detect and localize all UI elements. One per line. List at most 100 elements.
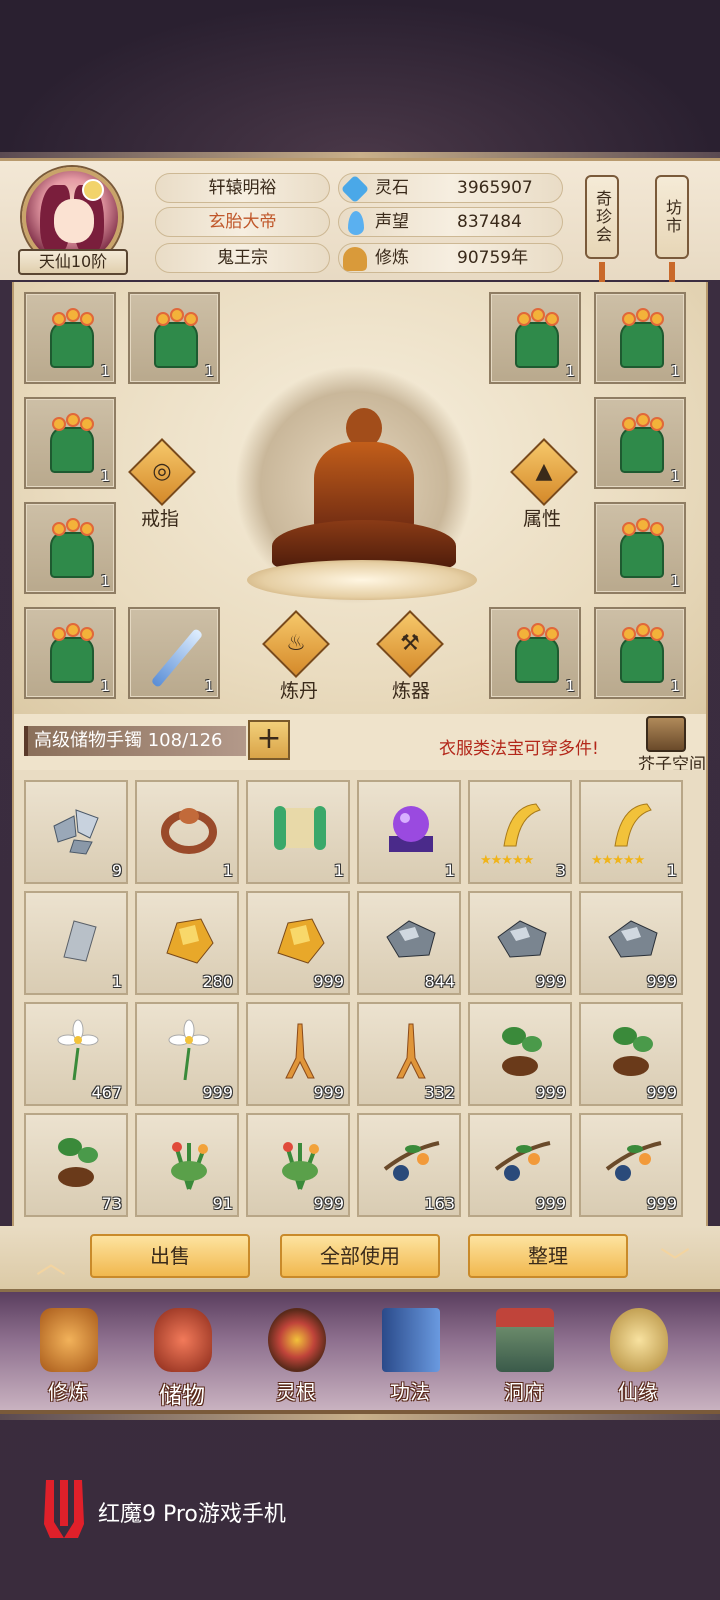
market-button[interactable]: 坊市 <box>655 175 689 259</box>
inventory-cell[interactable]: 1 <box>357 780 461 884</box>
inventory-cell[interactable]: 999 <box>579 1113 683 1217</box>
technique-book-icon <box>382 1308 440 1372</box>
inventory-cell[interactable]: 1 <box>135 780 239 884</box>
nav-item-storage[interactable]: 储物 <box>132 1304 232 1409</box>
alchemy-label: 炼丹 <box>279 680 318 702</box>
inventory-cell[interactable]: 999 <box>246 891 350 995</box>
silver-stone-icon <box>63 920 97 962</box>
nav-item-spirit-root[interactable]: 灵根 <box>246 1304 346 1408</box>
ring-button[interactable]: ◎ <box>128 438 196 506</box>
inventory-cell[interactable]: 91 <box>135 1113 239 1217</box>
ginseng-icon <box>285 1023 315 1079</box>
fruit-branch-icon <box>494 1141 551 1181</box>
sort-button[interactable]: 整理 <box>468 1234 628 1278</box>
treasure-auction-button[interactable]: 奇珍会 <box>585 175 619 259</box>
player-name: 轩辕明裕 <box>155 173 330 203</box>
use-all-button[interactable]: 全部使用 <box>280 1234 440 1278</box>
stat-cultivation: 修炼 90759年 <box>338 243 563 273</box>
herb-root-icon <box>58 1138 98 1187</box>
device-watermark: 红魔9 Pro游戏手机 <box>40 1476 360 1546</box>
herb-root-icon <box>502 1027 542 1076</box>
anvil-icon: ⚒ <box>400 631 420 656</box>
grass-herb-icon <box>282 1142 319 1190</box>
equip-slot-left-3[interactable]: 1 <box>24 397 116 489</box>
nav-item-technique[interactable]: 功法 <box>360 1304 460 1408</box>
inventory-cell[interactable]: 467 <box>24 1002 128 1106</box>
inventory-cell[interactable]: 999 <box>468 1002 572 1106</box>
sell-button[interactable]: 出售 <box>90 1234 250 1278</box>
bag-hint-text: 衣服类法宝可穿多件! <box>439 739 599 759</box>
robe-icon <box>44 623 100 685</box>
equip-slot-right-2[interactable]: 1 <box>594 292 686 384</box>
forge-button[interactable]: ⚒ <box>376 610 444 678</box>
inventory-cell[interactable]: ★★★★★ 1 <box>579 780 683 884</box>
iron-ore-icon <box>608 920 658 958</box>
equip-slot-left-4[interactable]: 1 <box>24 502 116 594</box>
inventory-cell[interactable]: 9 <box>24 780 128 884</box>
inventory-cell[interactable]: 1 <box>24 891 128 995</box>
purple-orb-icon <box>389 806 433 852</box>
robe-icon <box>44 308 100 370</box>
equip-slot-right-5[interactable]: 1 <box>489 607 581 699</box>
white-flower-icon <box>168 1019 210 1081</box>
golden-edict-icon <box>503 803 541 847</box>
bottom-ornament-divider <box>0 1414 720 1420</box>
equip-slot-left-5[interactable]: 1 <box>24 607 116 699</box>
cauldron-icon: ♨ <box>286 631 306 656</box>
robe-icon <box>614 518 670 580</box>
meditation-icon <box>343 247 367 271</box>
robe-icon <box>44 413 100 475</box>
inventory-cell[interactable]: 999 <box>246 1002 350 1106</box>
inventory-cell[interactable]: 999 <box>579 1002 683 1106</box>
red-magic-logo-icon <box>44 1480 84 1538</box>
inventory-cell[interactable]: 844 <box>357 891 461 995</box>
mustard-space-button[interactable]: 芥子空间 <box>632 716 708 775</box>
immortal-fate-icon <box>610 1308 668 1372</box>
ginseng-icon <box>396 1023 426 1079</box>
equip-slot-right-4[interactable]: 1 <box>594 502 686 594</box>
inventory-cell[interactable]: 999 <box>246 1113 350 1217</box>
hair-ornament-icon <box>82 179 104 201</box>
ring-icon <box>161 808 217 854</box>
bag-capacity-label: 高级储物手镯 108/126 <box>24 726 246 756</box>
equip-slot-left-2[interactable]: 1 <box>128 292 220 384</box>
inventory-cell[interactable]: 280 <box>135 891 239 995</box>
inventory-cell[interactable]: 163 <box>357 1113 461 1217</box>
meditating-figure <box>272 400 462 580</box>
robe-icon <box>148 308 204 370</box>
equip-slot-right-3[interactable]: 1 <box>594 397 686 489</box>
inventory-cell[interactable]: 1 <box>246 780 350 884</box>
inventory-cell[interactable]: 999 <box>135 1002 239 1106</box>
nav-item-cultivate[interactable]: 修炼 <box>18 1304 118 1408</box>
equip-slot-left-1[interactable]: 1 <box>24 292 116 384</box>
expand-bag-button[interactable]: + <box>248 720 290 760</box>
scroll-icon <box>274 806 326 850</box>
pedestal <box>247 560 477 600</box>
inventory-cell[interactable]: 999 <box>468 891 572 995</box>
forge-label: 炼器 <box>391 680 430 702</box>
iron-ore-icon <box>497 920 547 958</box>
inventory-cell[interactable]: 999 <box>468 1113 572 1217</box>
robe-icon <box>44 518 100 580</box>
nav-item-cave[interactable]: 洞府 <box>474 1304 574 1408</box>
scroll-up-icon[interactable]: ︿ <box>26 1238 76 1282</box>
grass-herb-icon <box>171 1142 208 1190</box>
inventory-cell[interactable]: 332 <box>357 1002 461 1106</box>
scroll-down-icon[interactable]: ﹀ <box>650 1238 700 1282</box>
rank-badge: 天仙10阶 <box>18 249 128 275</box>
herb-root-icon <box>613 1027 653 1076</box>
attributes-icon: ▲ <box>535 459 553 484</box>
inventory-cell[interactable]: 73 <box>24 1113 128 1217</box>
inventory-cell[interactable]: ★★★★★ 3 <box>468 780 572 884</box>
equip-slot-right-1[interactable]: 1 <box>489 292 581 384</box>
alchemy-button[interactable]: ♨ <box>262 610 330 678</box>
attributes-button[interactable]: ▲ <box>510 438 578 506</box>
inventory-cell[interactable]: 999 <box>579 891 683 995</box>
fruit-branch-icon <box>383 1141 440 1181</box>
nav-item-immortal-fate[interactable]: 仙缘 <box>588 1304 688 1408</box>
equip-slot-right-6[interactable]: 1 <box>594 607 686 699</box>
equip-slot-weapon[interactable]: 1 <box>128 607 220 699</box>
stat-prestige: 声望 837484 <box>338 207 563 237</box>
robe-icon <box>509 623 565 685</box>
ring-label: 戒指 <box>140 508 179 530</box>
